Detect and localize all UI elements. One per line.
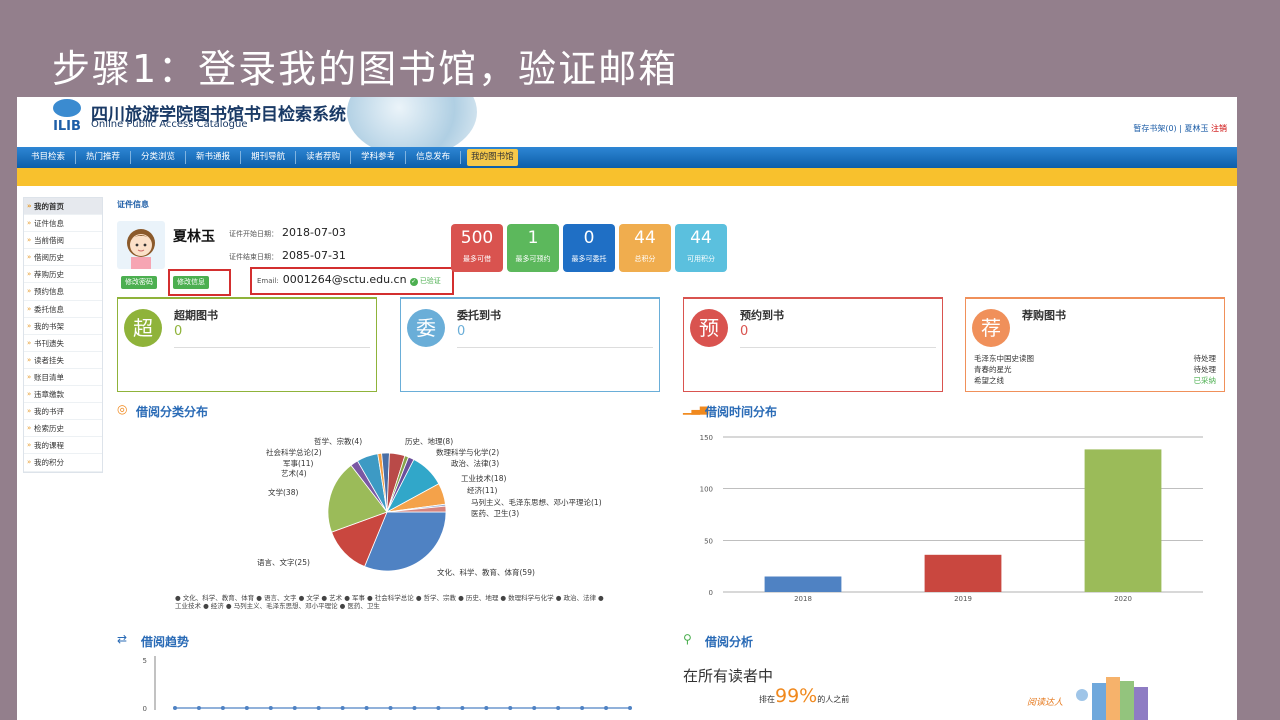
- y-tick-label: 50: [704, 537, 713, 545]
- y-tick-label: 5: [143, 657, 147, 665]
- user-link[interactable]: 夏林玉: [1184, 124, 1208, 133]
- bar[interactable]: [1084, 449, 1162, 592]
- trend-point[interactable]: [628, 706, 632, 710]
- panel-divider: [740, 347, 936, 348]
- category-pie-chart: [327, 452, 447, 572]
- pie-label: 文学(38): [268, 488, 299, 497]
- panel-title: 预约到书: [740, 309, 784, 322]
- trend-point[interactable]: [532, 706, 537, 710]
- trend-point[interactable]: [604, 706, 609, 710]
- trend-point[interactable]: [196, 706, 201, 710]
- magnifier-icon: ⚲: [683, 632, 692, 646]
- x-tick-label: 2020: [1114, 595, 1132, 603]
- trend-point[interactable]: [292, 706, 297, 710]
- trend-point[interactable]: [436, 706, 441, 710]
- rank-prefix: 排在: [759, 695, 775, 704]
- pie-label: 语言、文字(25): [257, 558, 310, 567]
- y-tick-label: 100: [700, 486, 713, 494]
- pie-legend: ● 文化、科学、教育、体育 ● 语言、文字 ● 文学 ● 艺术 ● 军事 ● 社…: [175, 594, 604, 610]
- pie-label: 文化、科学、教育、体育(59): [437, 568, 535, 577]
- trend-point[interactable]: [316, 706, 321, 710]
- y-tick-label: 0: [143, 705, 147, 713]
- trend-point[interactable]: [508, 706, 513, 710]
- x-tick-label: 2019: [954, 595, 972, 603]
- recommend-status: 待处理: [1193, 354, 1217, 363]
- recommend-row[interactable]: 希望之线 已采纳: [974, 375, 1216, 386]
- recommend-title: 希望之线: [974, 376, 1004, 385]
- rank-line: 排在99%的人之前: [759, 685, 849, 707]
- recommend-title: 青春的星光: [974, 365, 1012, 374]
- rank-headline: 在所有读者中: [683, 667, 774, 685]
- recommend-status: 待处理: [1193, 365, 1217, 374]
- pie-label: 工业技术(18): [461, 474, 507, 483]
- trend-point[interactable]: [220, 706, 225, 710]
- slide-title: 步骤1：登录我的图书馆，验证邮箱: [52, 47, 679, 91]
- shuffle-icon: ⇄: [117, 632, 128, 646]
- logout-link[interactable]: 注销: [1211, 124, 1227, 133]
- pie-label: 政治、法律(3): [451, 459, 500, 468]
- pie-label: 艺术(4): [281, 469, 307, 478]
- pie-label: 经济(11): [467, 486, 498, 495]
- pie-label: 哲学、宗教(4): [314, 437, 363, 446]
- trend-point[interactable]: [173, 706, 177, 710]
- time-bar-chart: 0 50 100 150 2018 2019 2020: [700, 434, 1203, 603]
- recommend-circle-icon: 荐: [972, 309, 1010, 347]
- pie-label: 马列主义、毛泽东思想、邓小平理论(1): [471, 498, 602, 507]
- trend-point[interactable]: [244, 706, 249, 710]
- recommend-row[interactable]: 青春的星光 待处理: [974, 364, 1216, 375]
- trend-point[interactable]: [268, 706, 273, 710]
- trend-point[interactable]: [364, 706, 369, 710]
- trend-point[interactable]: [460, 706, 465, 710]
- shelf-link[interactable]: 暂存书架(0) |: [1133, 124, 1182, 133]
- books-icon: [1076, 677, 1148, 720]
- trend-point[interactable]: [340, 706, 345, 710]
- recommend-row[interactable]: 毛泽东中国史读图 待处理: [974, 353, 1216, 364]
- pie-label: 社会科学总论(2): [266, 448, 322, 457]
- trend-point[interactable]: [484, 706, 489, 710]
- rank-percent: 99%: [775, 685, 818, 707]
- pie-label: 医药、卫生(3): [471, 509, 520, 518]
- panel-value[interactable]: 0: [740, 324, 748, 339]
- rank-suffix: 的人之前: [817, 695, 850, 704]
- pie-label: 数理科学与化学(2): [436, 448, 500, 457]
- user-toolbar: 暂存书架(0) | 夏林玉 注销: [1133, 123, 1227, 134]
- trend-line-chart: 50: [143, 656, 632, 713]
- bar[interactable]: [764, 576, 842, 593]
- y-tick-label: 150: [700, 434, 713, 442]
- analysis-section-title: 借阅分析: [705, 635, 754, 649]
- y-tick-label: 0: [709, 589, 713, 597]
- recommend-title: 毛泽东中国史读图: [974, 354, 1034, 363]
- trend-point[interactable]: [412, 706, 417, 710]
- recommend-status: 已采纳: [1193, 376, 1217, 385]
- panel-title: 荐购图书: [1022, 309, 1066, 322]
- trend-point[interactable]: [388, 706, 393, 710]
- trend-point[interactable]: [580, 706, 585, 710]
- recommend-panel: 荐 荐购图书 毛泽东中国史读图 待处理 青春的星光 待处理 希望之线 已采纳: [965, 297, 1225, 392]
- trend-point[interactable]: [556, 706, 561, 710]
- x-tick-label: 2018: [794, 595, 812, 603]
- bar[interactable]: [924, 554, 1002, 592]
- pie-label: 历史、地理(8): [405, 437, 454, 446]
- reader-badge-text: 阅读达人: [1027, 698, 1064, 708]
- reserve-panel: 预 预约到书 0: [683, 297, 943, 392]
- trend-section-title: 借阅趋势: [141, 635, 190, 649]
- browser-screenshot: ILIB 四川旅游学院图书馆书目检索系统 Online Public Acces…: [17, 97, 1237, 720]
